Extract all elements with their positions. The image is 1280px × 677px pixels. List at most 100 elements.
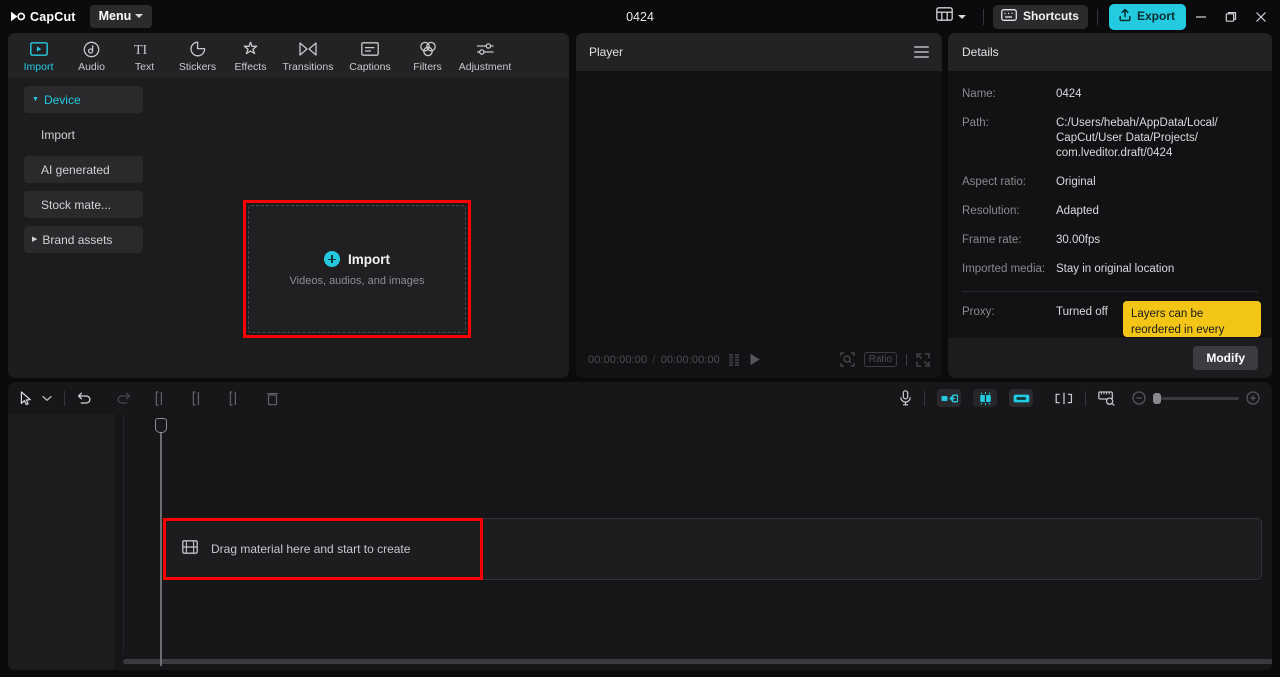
detail-label: Imported media: <box>962 263 1046 275</box>
tab-stickers[interactable]: Stickers <box>171 33 224 78</box>
effects-icon <box>242 40 259 58</box>
zoom-slider[interactable] <box>1153 392 1239 404</box>
stickers-icon <box>189 40 206 58</box>
total-time: 00:00:00:00 <box>660 353 720 366</box>
timeline-scrollbar[interactable] <box>123 659 1272 664</box>
link-icon[interactable] <box>1009 389 1033 407</box>
detail-label: Aspect ratio: <box>962 176 1026 188</box>
menu-button[interactable]: Menu <box>89 5 153 28</box>
maximize-button[interactable] <box>1216 0 1246 33</box>
player-header: Player <box>576 33 942 71</box>
titlebar-right-controls: Shortcuts Export <box>928 0 1280 33</box>
adjustment-icon <box>476 40 495 58</box>
menu-label: Menu <box>98 9 132 23</box>
tab-label: Filters <box>413 61 442 73</box>
trim-end-icon[interactable] <box>229 390 242 406</box>
tab-import[interactable]: Import <box>12 33 65 78</box>
filters-icon <box>419 40 437 58</box>
timeline-dropzone[interactable]: Drag material here and start to create <box>163 518 1262 580</box>
chevron-down-icon <box>135 14 144 18</box>
divider <box>64 390 65 406</box>
detail-value: Stay in original location <box>1056 263 1175 275</box>
chevron-down-icon <box>957 14 966 19</box>
sidebar-item-ai-generated[interactable]: AI generated <box>24 156 143 183</box>
zoom-fit-icon[interactable] <box>840 352 855 367</box>
microphone-icon[interactable] <box>899 390 912 406</box>
detail-label: Proxy: <box>962 306 995 318</box>
app-logo: CapCut <box>10 10 76 24</box>
tab-label: Captions <box>349 61 391 73</box>
layout-button[interactable] <box>928 3 974 30</box>
select-tool-icon[interactable] <box>20 390 33 406</box>
tab-label: Transitions <box>282 61 334 73</box>
timeline-scrollbar-thumb[interactable] <box>123 659 1272 664</box>
playhead-handle[interactable] <box>155 418 167 433</box>
delete-icon[interactable] <box>266 391 279 406</box>
triangle-right-icon: ▶ <box>32 236 38 243</box>
detail-row-aspect-ratio: Aspect ratio: Original <box>962 175 1258 190</box>
modify-button[interactable]: Modify <box>1193 346 1258 370</box>
tab-filters[interactable]: Filters <box>401 33 454 78</box>
detail-label: Resolution: <box>962 205 1020 217</box>
sidebar-item-stock-material[interactable]: Stock mate... <box>24 191 143 218</box>
import-row: Import <box>324 251 390 267</box>
mirror-icon[interactable] <box>937 389 961 407</box>
import-dropzone[interactable]: Import Videos, audios, and images <box>248 205 466 333</box>
undo-icon[interactable] <box>77 391 92 405</box>
player-menu-icon[interactable] <box>914 46 929 58</box>
divider <box>1096 8 1098 25</box>
tab-transitions[interactable]: Transitions <box>277 33 339 78</box>
detail-label: Name: <box>962 88 996 100</box>
sidebar-item-device[interactable]: ▼ Device <box>24 86 143 113</box>
ruler-icon[interactable] <box>1098 390 1116 406</box>
playhead[interactable] <box>155 418 167 666</box>
fullscreen-icon[interactable] <box>916 352 930 367</box>
player-control-bar: 00:00:00:00 / 00:00:00:00 Ratio <box>576 341 942 378</box>
split-track-icon[interactable] <box>1055 392 1073 405</box>
tab-label: Text <box>134 61 155 73</box>
shortcuts-button[interactable]: Shortcuts <box>992 4 1088 29</box>
film-strip-icon <box>182 539 198 559</box>
tooltip: Layers can be reordered in every <box>1123 301 1261 337</box>
dropzone-label: Drag material here and start to create <box>211 542 411 556</box>
timeline-toolbar <box>8 382 1272 414</box>
player-timecode: 00:00:00:00 / 00:00:00:00 <box>588 354 720 366</box>
tab-adjustment[interactable]: Adjustment <box>454 33 516 78</box>
current-time: 00:00:00:00 <box>588 353 648 366</box>
export-button[interactable]: Export <box>1108 3 1186 30</box>
tab-captions[interactable]: Captions <box>339 33 401 78</box>
time-separator: / <box>652 353 656 366</box>
tab-audio[interactable]: Audio <box>65 33 118 78</box>
auto-cut-icon[interactable] <box>973 389 997 407</box>
media-drop-area: Import Videos, audios, and images <box>151 78 569 378</box>
sidebar-item-label: Stock mate... <box>41 197 112 212</box>
close-button[interactable] <box>1246 0 1276 33</box>
prev-frame-button[interactable] <box>728 353 740 366</box>
trim-start-icon[interactable] <box>192 390 205 406</box>
details-body: Name: 0424 Path: C:/Users/hebah/AppData/… <box>948 71 1272 338</box>
divider <box>982 8 984 25</box>
import-title: Import <box>348 251 390 267</box>
zoom-in-icon[interactable] <box>1246 391 1260 405</box>
detail-value: C:/Users/hebah/AppData/Local/ CapCut/Use… <box>1056 116 1218 161</box>
detail-label: Frame rate: <box>962 234 1022 246</box>
ratio-button[interactable]: Ratio <box>863 352 897 367</box>
tab-text[interactable]: TI Text <box>118 33 171 78</box>
tab-effects[interactable]: Effects <box>224 33 277 78</box>
play-button[interactable] <box>749 353 761 366</box>
split-icon[interactable] <box>155 390 168 406</box>
minimize-button[interactable] <box>1186 0 1216 33</box>
detail-value: Original <box>1056 176 1096 188</box>
zoom-slider-knob[interactable] <box>1153 392 1161 404</box>
transitions-icon <box>299 40 317 58</box>
player-canvas[interactable] <box>576 71 942 341</box>
export-icon <box>1118 8 1132 25</box>
tool-chevron-down-icon[interactable] <box>42 395 52 402</box>
media-body: ▼ Device Import AI generated Stock mate.… <box>8 78 569 378</box>
timeline-right-tools <box>899 389 1260 407</box>
zoom-out-icon[interactable] <box>1132 391 1146 405</box>
redo-icon[interactable] <box>116 391 131 405</box>
sidebar-item-import[interactable]: Import <box>24 121 143 148</box>
sidebar-item-brand-assets[interactable]: ▶ Brand assets <box>24 226 143 253</box>
svg-text:TI: TI <box>134 43 148 57</box>
